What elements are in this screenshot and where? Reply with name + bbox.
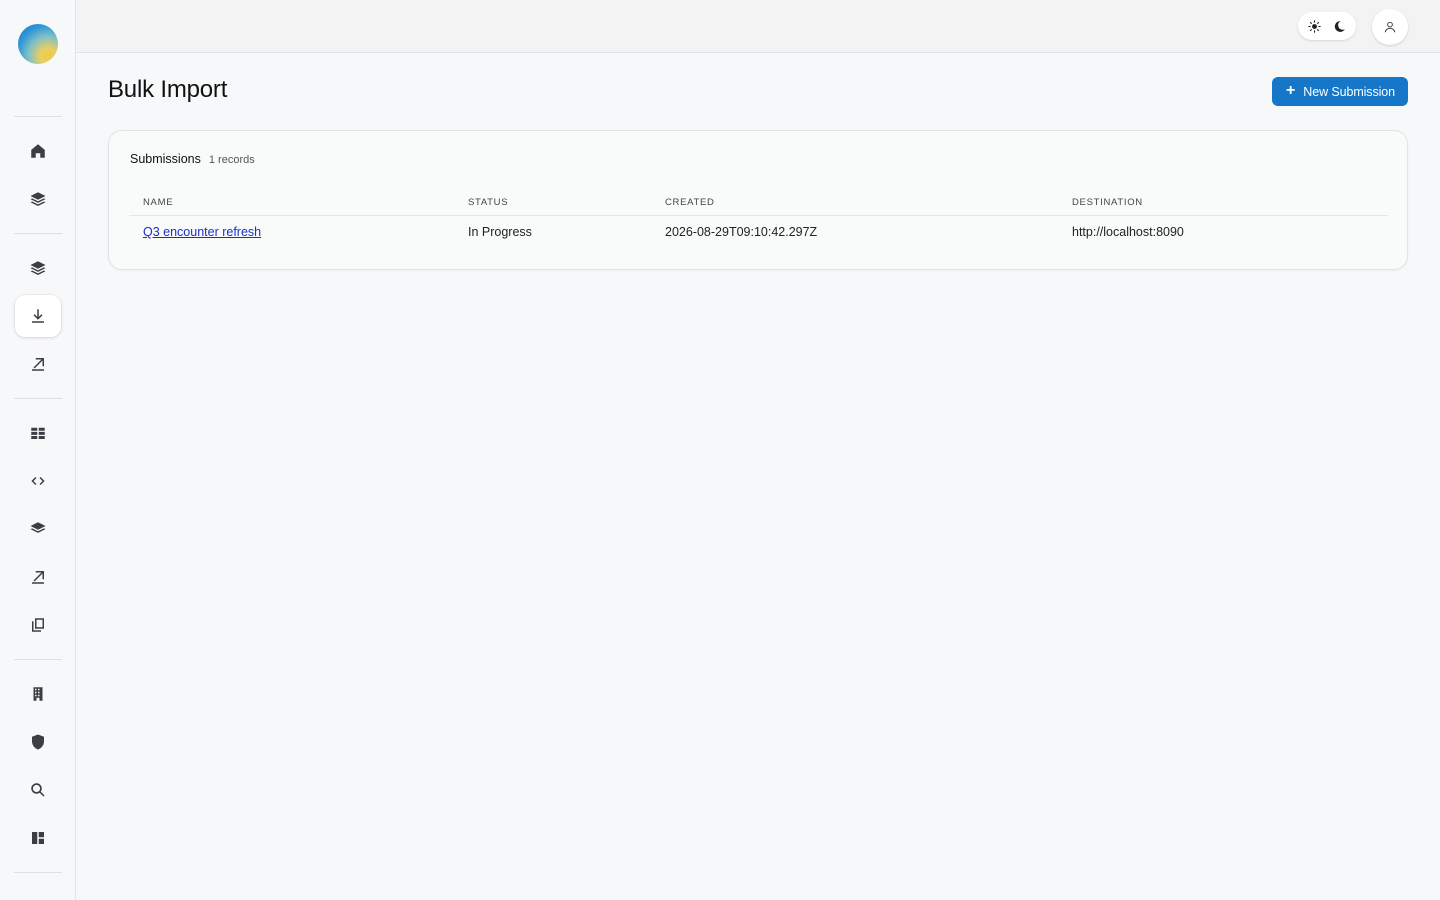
- building-icon: [33, 687, 43, 701]
- search-icon: [31, 783, 45, 797]
- table-icon: [31, 427, 45, 439]
- sidebar-item-home[interactable]: [15, 130, 61, 172]
- dashboard-icon: [32, 832, 44, 844]
- topbar: [76, 0, 1440, 53]
- sidebar-item-search[interactable]: [15, 769, 61, 811]
- sidebar-item-layers[interactable]: [15, 508, 61, 550]
- code-icon: [31, 476, 45, 486]
- layers-icon: [30, 192, 46, 207]
- sidebar: [0, 0, 76, 900]
- table-header-row: NAME STATUS CREATED DESTINATION: [129, 191, 1388, 216]
- sidebar-item-export[interactable]: [15, 556, 61, 598]
- sidebar-divider: [14, 233, 62, 234]
- cell-status: In Progress: [468, 225, 532, 240]
- column-header-name[interactable]: NAME: [129, 191, 454, 216]
- card-title: Submissions: [130, 152, 201, 166]
- card-header: Submissions 1 records: [130, 152, 255, 166]
- sidebar-item-layers[interactable]: [15, 247, 61, 289]
- layers-icon: [30, 522, 46, 533]
- user-icon: [1384, 21, 1396, 33]
- sidebar-divider: [14, 116, 62, 117]
- cell-created: 2026-08-29T09:10:42.297Z: [665, 225, 818, 240]
- column-header-destination[interactable]: DESTINATION: [1058, 191, 1388, 216]
- copy-icon: [32, 618, 44, 632]
- sidebar-divider: [14, 872, 62, 873]
- moon-icon[interactable]: [1329, 15, 1351, 37]
- cell-name: Q3 encounter refresh: [129, 215, 454, 249]
- new-submission-label: New Submission: [1303, 84, 1395, 99]
- sidebar-item-dashboard[interactable]: [15, 817, 61, 859]
- sun-icon[interactable]: [1304, 15, 1326, 37]
- sidebar-item-table[interactable]: [15, 412, 61, 454]
- page-title: Bulk Import: [108, 76, 228, 103]
- sidebar-divider: [14, 398, 62, 399]
- table-row: Q3 encounter refresh In Progress 2026-08…: [129, 215, 1388, 249]
- app-logo[interactable]: [18, 24, 58, 64]
- column-header-created[interactable]: CREATED: [651, 191, 1058, 216]
- column-header-status[interactable]: STATUS: [454, 191, 651, 216]
- record-count: 1 records: [208, 154, 255, 166]
- cell-destination: http://localhost:8090: [1072, 225, 1184, 240]
- layers-icon: [30, 261, 46, 276]
- sidebar-item-export[interactable]: [15, 343, 61, 385]
- new-submission-button[interactable]: + New Submission: [1272, 77, 1408, 106]
- upload-icon: [32, 571, 44, 584]
- download-icon: [32, 309, 44, 323]
- account-button[interactable]: [1372, 9, 1408, 45]
- sidebar-item-building[interactable]: [15, 673, 61, 715]
- upload-icon: [32, 358, 44, 371]
- sidebar-item-bulk-import[interactable]: [15, 295, 61, 337]
- sidebar-item-security[interactable]: [15, 721, 61, 763]
- submission-link[interactable]: Q3 encounter refresh: [143, 225, 261, 239]
- submissions-table: NAME STATUS CREATED DESTINATION Q3 encou…: [129, 191, 1388, 249]
- sidebar-divider: [14, 659, 62, 660]
- theme-toggle[interactable]: [1298, 12, 1356, 40]
- plus-icon: +: [1286, 82, 1296, 99]
- sidebar-item-code[interactable]: [15, 460, 61, 502]
- submissions-card: Submissions 1 records NAME STATUS CREATE…: [108, 130, 1408, 270]
- shield-icon: [32, 734, 44, 750]
- sidebar-item-layers[interactable]: [15, 178, 61, 220]
- sidebar-item-copy[interactable]: [15, 604, 61, 646]
- home-icon: [31, 144, 45, 158]
